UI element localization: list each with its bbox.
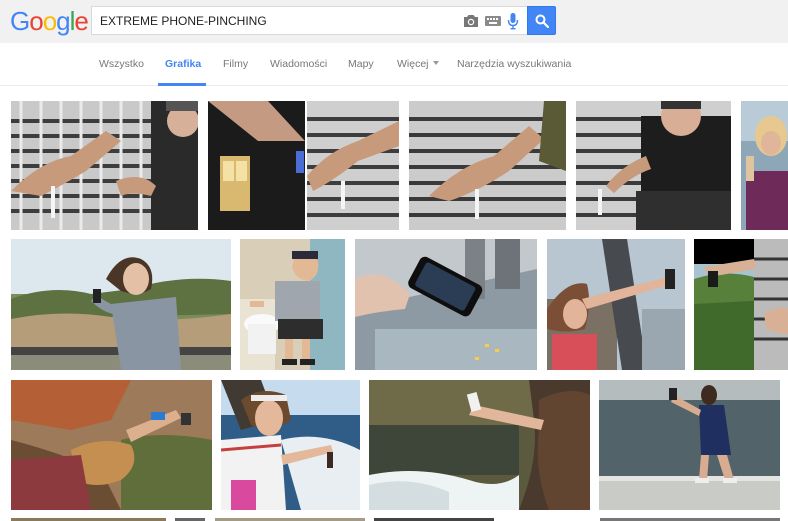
image-result-woman-cliff-phone[interactable] [11,380,212,510]
image-result-phone-over-forest[interactable] [694,239,788,370]
tab-search-tools[interactable]: Narzędzia wyszukiwania [457,58,571,70]
image-result-boy-canyon-phone[interactable] [11,239,231,370]
image-result-phone-over-grate-1[interactable] [11,101,198,230]
image-result-woman-boat-phone[interactable] [221,380,360,510]
search-button[interactable] [527,6,556,35]
image-result-woman-waterfall-phone[interactable] [369,380,590,510]
tab-videos[interactable]: Filmy [223,58,248,70]
chevron-down-icon [432,61,439,66]
tab-news[interactable]: Wiadomości [270,58,327,70]
image-result-phone-above-city[interactable] [355,239,537,370]
logo-letter: g [56,6,71,36]
image-result-woman-with-drink[interactable] [741,101,788,230]
tab-all[interactable]: Wszystko [99,58,144,70]
search-tabs: Wszystko Grafika Filmy Wiadomości Mapy W… [0,43,788,86]
active-tab-indicator [158,83,206,86]
tab-more[interactable]: Więcej [397,58,439,70]
search-icon [535,14,549,28]
tab-more-label: Więcej [397,58,429,70]
image-result-woman-fountain-phone[interactable] [599,380,780,510]
image-result-phone-over-grate-2[interactable] [409,101,566,230]
google-image-search-page: Google EXTREME PHONE-PINCHING Wszystko G… [0,0,788,521]
image-result-man-on-ledge-phone[interactable] [576,101,731,230]
image-result-woman-skyscraper-ledge[interactable] [547,239,685,370]
microphone-icon[interactable] [507,13,519,30]
logo-letter: G [10,6,30,36]
image-results-grid [0,87,788,521]
search-header: Google [0,0,788,43]
google-logo[interactable]: Google [10,6,89,36]
logo-letter: o [42,6,58,36]
logo-letter: o [29,6,44,36]
search-box [91,6,528,35]
camera-icon[interactable] [463,14,479,28]
tab-maps[interactable]: Mapy [348,58,374,70]
keyboard-icon[interactable] [485,16,501,26]
logo-letter: e [74,6,89,36]
search-input[interactable] [100,12,450,30]
image-result-man-toilet-phone[interactable] [240,239,345,370]
image-result-elevator-and-grate[interactable] [208,101,399,230]
tab-images[interactable]: Grafika [165,58,201,70]
